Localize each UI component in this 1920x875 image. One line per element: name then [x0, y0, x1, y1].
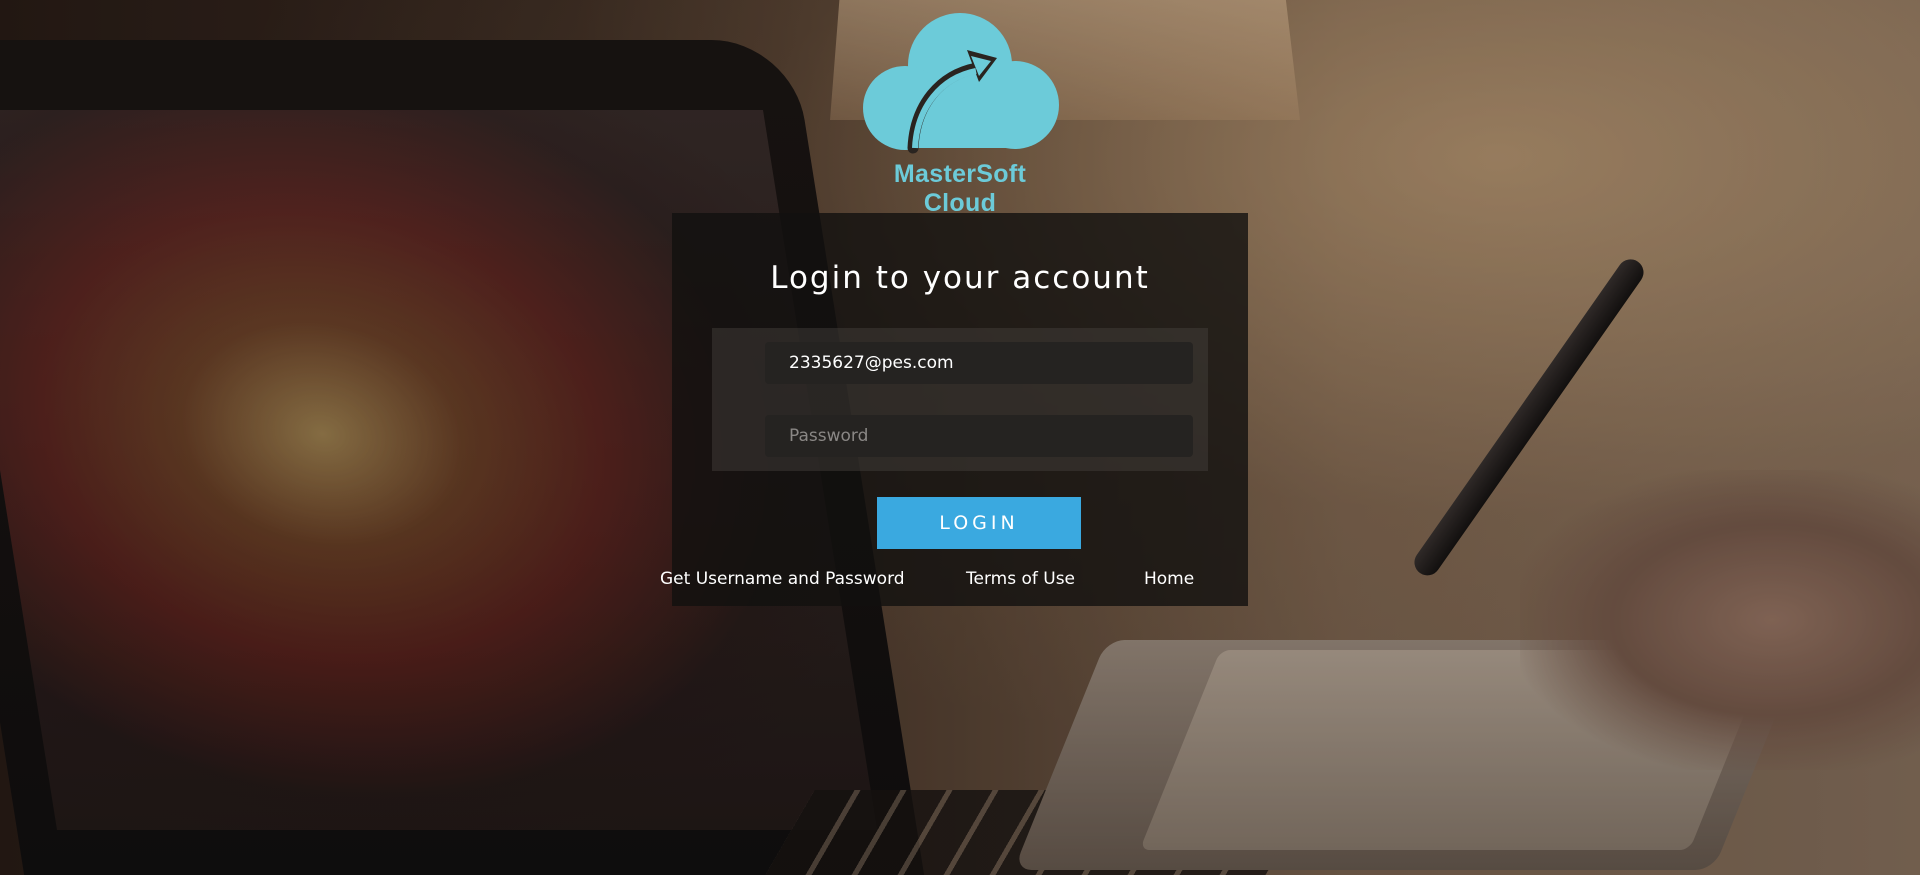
home-link[interactable]: Home	[1144, 569, 1194, 589]
cloud-arrow-icon	[863, 13, 1059, 154]
terms-of-use-link[interactable]: Terms of Use	[966, 569, 1075, 589]
get-credentials-link[interactable]: Get Username and Password	[660, 569, 905, 589]
login-title: Login to your account	[770, 260, 1150, 296]
password-field[interactable]	[765, 415, 1193, 457]
login-panel: Login to your account LOGIN Get Username…	[660, 213, 1248, 606]
email-field[interactable]	[765, 342, 1193, 384]
login-form	[712, 328, 1208, 471]
login-button[interactable]: LOGIN	[877, 497, 1081, 549]
footer-links: Get Username and Password Terms of Use H…	[660, 569, 1248, 599]
brand-logo: MasterSoft Cloud	[855, 10, 1065, 217]
brand-name: MasterSoft Cloud	[893, 160, 1027, 217]
